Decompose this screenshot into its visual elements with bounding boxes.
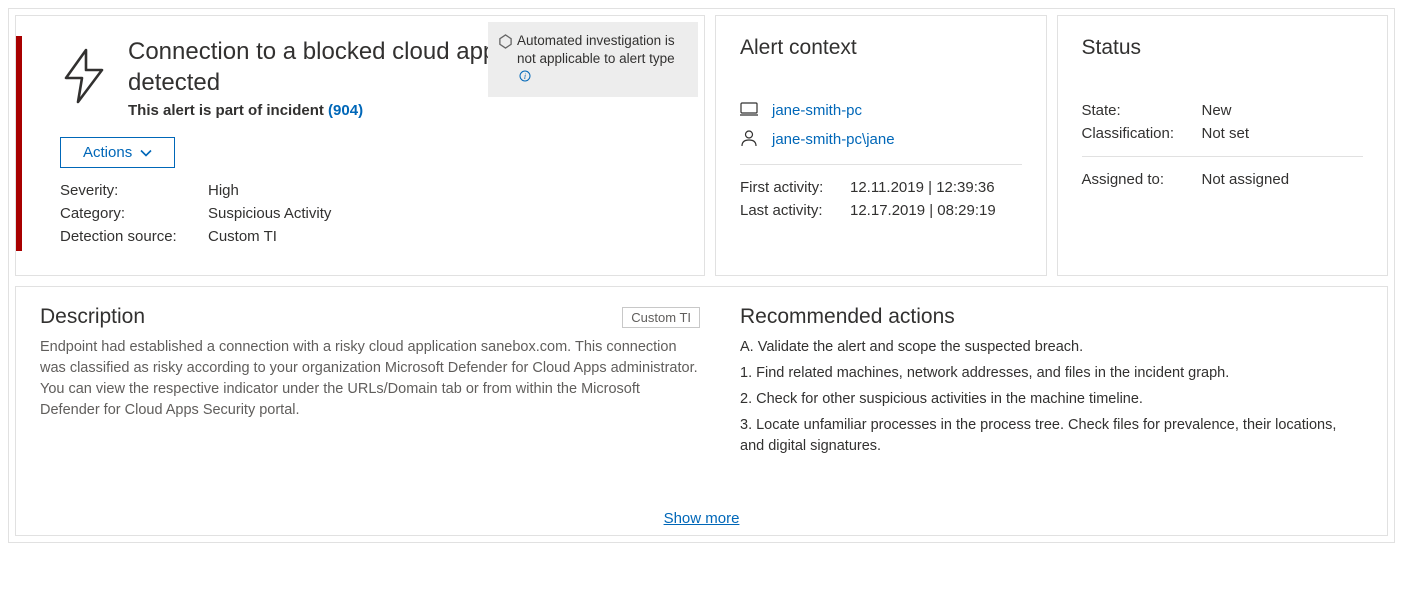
description-recommendations-card: Description Custom TI Endpoint had estab… — [15, 286, 1388, 536]
context-divider — [740, 164, 1022, 165]
category-value: Suspicious Activity — [208, 205, 331, 222]
description-title: Description — [40, 305, 145, 329]
machine-link[interactable]: jane-smith-pc — [772, 102, 862, 119]
category-label: Category: — [60, 205, 208, 222]
investigation-status-icon — [498, 34, 513, 54]
detection-source-label: Detection source: — [60, 228, 208, 245]
investigation-notice: Automated investigation is not applicabl… — [488, 22, 698, 97]
state-label: State: — [1082, 102, 1202, 119]
alert-context-card: Alert context jane-smith-pc ja — [715, 15, 1047, 276]
assigned-to-label: Assigned to: — [1082, 171, 1202, 188]
user-icon — [740, 129, 758, 150]
recommended-actions-title: Recommended actions — [740, 305, 1363, 329]
info-icon[interactable]: i — [519, 69, 531, 87]
show-more-link[interactable]: Show more — [664, 510, 740, 527]
incident-link[interactable]: (904) — [328, 102, 363, 119]
alert-summary-card: Connection to a blocked cloud applicatio… — [15, 15, 705, 276]
state-value: New — [1202, 102, 1232, 119]
rec-line-2: 2. Check for other suspicious activities… — [740, 389, 1363, 411]
severity-value: High — [208, 182, 239, 199]
rec-line-1: 1. Find related machines, network addres… — [740, 363, 1363, 385]
last-activity-value: 12.17.2019 | 08:29:19 — [850, 202, 996, 219]
top-cards-row: Connection to a blocked cloud applicatio… — [15, 15, 1388, 276]
status-card: Status State: New Classification: Not se… — [1057, 15, 1389, 276]
status-divider — [1082, 156, 1364, 157]
detection-source-value: Custom TI — [208, 228, 277, 245]
severity-label: Severity: — [60, 182, 208, 199]
classification-label: Classification: — [1082, 125, 1202, 142]
chevron-down-icon — [140, 144, 152, 161]
alert-context-title: Alert context — [740, 36, 1022, 60]
user-link[interactable]: jane-smith-pc\jane — [772, 131, 895, 148]
alert-subtitle: This alert is part of incident (904) — [128, 102, 704, 119]
description-text: Endpoint had established a connection wi… — [40, 337, 700, 421]
status-title: Status — [1082, 36, 1364, 60]
first-activity-label: First activity: — [740, 179, 850, 196]
rec-line-a: A. Validate the alert and scope the susp… — [740, 337, 1363, 359]
assigned-to-value: Not assigned — [1202, 171, 1290, 188]
rec-line-3: 3. Locate unfamiliar processes in the pr… — [740, 415, 1363, 459]
actions-button-label: Actions — [83, 144, 132, 161]
investigation-notice-text: Automated investigation is not applicabl… — [517, 33, 675, 66]
incident-prefix: This alert is part of incident — [128, 102, 324, 119]
actions-button[interactable]: Actions — [60, 137, 175, 168]
custom-ti-chip: Custom TI — [622, 307, 700, 328]
lightning-icon — [60, 48, 108, 107]
last-activity-label: Last activity: — [740, 202, 850, 219]
classification-value: Not set — [1202, 125, 1250, 142]
first-activity-value: 12.11.2019 | 12:39:36 — [850, 179, 995, 196]
svg-text:i: i — [524, 72, 526, 81]
alert-details-container: Connection to a blocked cloud applicatio… — [8, 8, 1395, 543]
machine-icon — [740, 102, 758, 119]
